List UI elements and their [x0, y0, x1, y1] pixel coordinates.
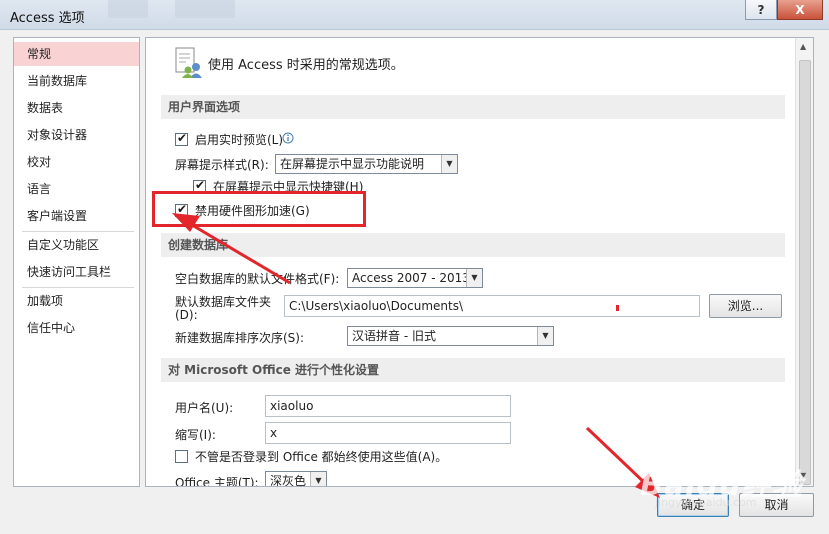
sort-order-select[interactable]: 汉语拼音 - 旧式 ▼ — [347, 326, 554, 346]
tooltip-style-select[interactable]: 在屏幕提示中显示功能说明 ▼ — [275, 154, 458, 174]
background-ribbon-ghost — [175, 0, 235, 18]
intro-text: 使用 Access 时采用的常规选项。 — [208, 58, 404, 73]
chevron-down-icon: ▼ — [537, 327, 553, 345]
sidebar-item-client-settings[interactable]: 客户端设置 — [14, 204, 139, 228]
category-sidebar: 常规 当前数据库 数据表 对象设计器 校对 语言 客户端设置 自定义功能区 快速… — [13, 37, 140, 487]
always-use-values-checkbox[interactable] — [175, 450, 188, 463]
live-preview-label: 启用实时预览(L) — [195, 133, 284, 147]
sidebar-item-customize-ribbon[interactable]: 自定义功能区 — [14, 233, 139, 257]
scrollbar-thumb[interactable] — [799, 60, 811, 485]
sidebar-item-add-ins[interactable]: 加载项 — [14, 289, 139, 313]
sort-order-label: 新建数据库排序次序(S): — [175, 331, 305, 345]
background-ribbon-ghost — [108, 0, 148, 18]
content-scrollbar[interactable]: ▲ ▼ — [795, 38, 813, 486]
annotation-highlight-box — [152, 191, 366, 227]
general-options-icon — [175, 47, 202, 78]
sidebar-item-language[interactable]: 语言 — [14, 177, 139, 201]
always-use-values-label: 不管是否登录到 Office 都始终使用这些值(A)。 — [195, 450, 448, 464]
annotation-mark — [616, 305, 619, 311]
sidebar-separator — [22, 231, 134, 232]
default-folder-input[interactable]: C:\Users\xiaoluo\Documents\ — [284, 295, 700, 317]
default-format-select[interactable]: Access 2007 - 2013 ▼ — [347, 268, 483, 288]
chevron-down-icon: ▼ — [310, 472, 326, 486]
office-theme-select[interactable]: 深灰色 ▼ — [265, 471, 327, 486]
chevron-down-icon: ▼ — [441, 155, 457, 173]
office-theme-label: Office 主题(T): — [175, 476, 259, 487]
sidebar-separator — [22, 287, 134, 288]
tooltip-style-label: 屏幕提示样式(R): — [175, 158, 269, 172]
window-title: Access 选项 — [10, 11, 85, 26]
live-preview-checkbox[interactable] — [175, 131, 188, 146]
watermark-url: jingyan.baidu.com — [655, 496, 757, 509]
initials-label: 缩写(I): — [175, 428, 216, 442]
default-format-label: 空白数据库的默认文件格式(F): — [175, 272, 340, 286]
options-content-panel: 使用 Access 时采用的常规选项。 用户界面选项 启用实时预览(L) 屏幕提… — [145, 37, 814, 487]
title-bar: Access 选项 ? X — [0, 0, 829, 30]
section-ui-options: 用户界面选项 — [161, 95, 785, 119]
section-create-database: 创建数据库 — [161, 233, 785, 257]
sidebar-item-quick-access-toolbar[interactable]: 快速访问工具栏 — [14, 260, 139, 284]
chevron-down-icon: ▼ — [466, 269, 482, 287]
close-button[interactable]: X — [777, 0, 823, 20]
sidebar-item-trust-center[interactable]: 信任中心 — [14, 316, 139, 340]
initials-input[interactable]: x — [265, 422, 511, 444]
username-input[interactable]: xiaoluo — [265, 395, 511, 417]
info-icon — [282, 132, 294, 144]
browse-button[interactable]: 浏览... — [709, 294, 782, 318]
username-label: 用户名(U): — [175, 401, 234, 415]
help-button[interactable]: ? — [745, 0, 777, 20]
sidebar-item-proofing[interactable]: 校对 — [14, 150, 139, 174]
sidebar-item-object-designers[interactable]: 对象设计器 — [14, 123, 139, 147]
scroll-up-arrow-icon[interactable]: ▲ — [800, 42, 806, 51]
sidebar-item-current-database[interactable]: 当前数据库 — [14, 69, 139, 93]
default-folder-label-shortcut: (D): — [175, 308, 198, 322]
section-personalize-office: 对 Microsoft Office 进行个性化设置 — [161, 358, 785, 382]
sidebar-item-datasheet[interactable]: 数据表 — [14, 96, 139, 120]
sidebar-item-general[interactable]: 常规 — [14, 42, 139, 66]
